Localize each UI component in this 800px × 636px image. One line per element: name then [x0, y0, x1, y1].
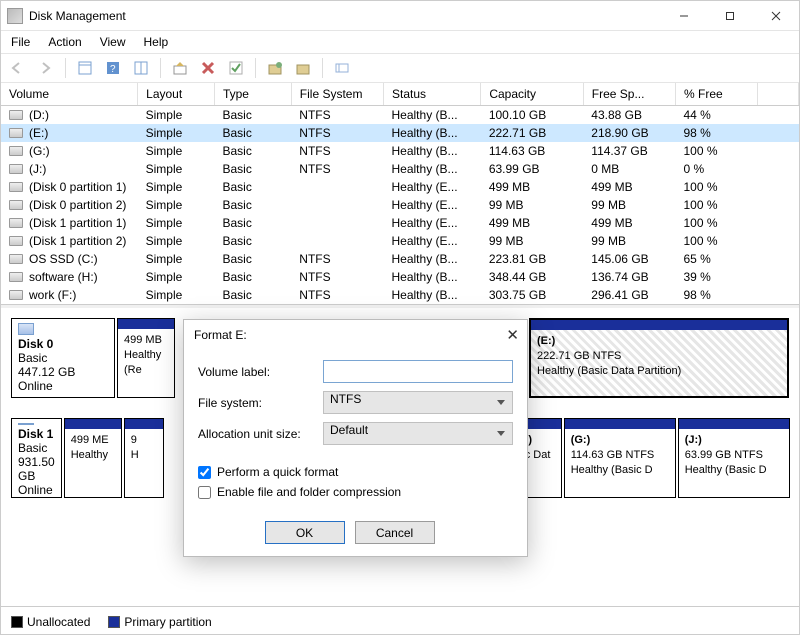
primary-swatch — [108, 616, 120, 628]
volume-icon — [9, 200, 23, 210]
menu-action[interactable]: Action — [48, 35, 81, 49]
partition[interactable]: (J:)63.99 GB NTFSHealthy (Basic D — [678, 418, 790, 498]
menu-bar: File Action View Help — [1, 31, 799, 53]
back-button[interactable] — [7, 57, 29, 79]
disk-icon — [18, 323, 34, 335]
minimize-button[interactable] — [661, 1, 707, 31]
window-title: Disk Management — [29, 9, 126, 23]
svg-text:?: ? — [110, 64, 116, 75]
format-dialog: Format E: ✕ Volume label: File system: N… — [183, 319, 528, 557]
unallocated-swatch — [11, 616, 23, 628]
help-icon[interactable]: ? — [102, 57, 124, 79]
partition[interactable]: (E:)222.71 GB NTFSHealthy (Basic Data Pa… — [529, 318, 789, 398]
volume-row[interactable]: software (H:)SimpleBasicNTFSHealthy (B..… — [1, 268, 799, 286]
aus-select[interactable]: Default — [323, 422, 513, 445]
volume-label-label: Volume label: — [198, 365, 323, 379]
toolbar: ? — [1, 53, 799, 83]
partition[interactable]: 499 MBHealthy (Re — [117, 318, 175, 398]
filesystem-select[interactable]: NTFS — [323, 391, 513, 414]
forward-button[interactable] — [35, 57, 57, 79]
volume-row[interactable]: (Disk 0 partition 2)SimpleBasicHealthy (… — [1, 196, 799, 214]
menu-file[interactable]: File — [11, 35, 30, 49]
volume-icon — [9, 164, 23, 174]
aus-label: Allocation unit size: — [198, 427, 323, 441]
tool2-icon[interactable] — [292, 57, 314, 79]
close-button[interactable] — [753, 1, 799, 31]
volume-icon — [9, 110, 23, 120]
volume-row[interactable]: work (F:)SimpleBasicNTFSHealthy (B...303… — [1, 286, 799, 304]
cancel-button[interactable]: Cancel — [355, 521, 435, 544]
volume-icon — [9, 272, 23, 282]
legend-unallocated: Unallocated — [27, 615, 90, 629]
tool3-icon[interactable] — [331, 57, 353, 79]
properties-icon[interactable] — [74, 57, 96, 79]
ok-button[interactable]: OK — [265, 521, 345, 544]
refresh-icon[interactable] — [169, 57, 191, 79]
disk-info[interactable]: Disk 1Basic931.50 GBOnline — [11, 418, 62, 498]
volume-row[interactable]: (Disk 0 partition 1)SimpleBasicHealthy (… — [1, 178, 799, 196]
volume-icon — [9, 290, 23, 300]
column-header[interactable]: File System — [291, 83, 383, 106]
volume-row[interactable]: (Disk 1 partition 1)SimpleBasicHealthy (… — [1, 214, 799, 232]
disk-info[interactable]: Disk 0Basic447.12 GBOnline — [11, 318, 115, 398]
volume-icon — [9, 146, 23, 156]
column-header[interactable]: Layout — [138, 83, 215, 106]
volume-icon — [9, 218, 23, 228]
volume-icon — [9, 128, 23, 138]
dialog-title: Format E: — [194, 328, 247, 342]
dialog-close-button[interactable]: ✕ — [506, 326, 519, 344]
quick-format-checkbox[interactable]: Perform a quick format — [198, 465, 513, 479]
partition[interactable]: (G:)114.63 GB NTFSHealthy (Basic D — [564, 418, 676, 498]
legend: Unallocated Primary partition — [1, 606, 799, 636]
maximize-button[interactable] — [707, 1, 753, 31]
volume-icon — [9, 254, 23, 264]
column-header[interactable]: Free Sp... — [583, 83, 675, 106]
disk-icon — [18, 423, 34, 425]
volume-row[interactable]: (E:)SimpleBasicNTFSHealthy (B...222.71 G… — [1, 124, 799, 142]
title-bar: Disk Management — [1, 1, 799, 31]
volume-icon — [9, 182, 23, 192]
tool1-icon[interactable] — [264, 57, 286, 79]
volume-row[interactable]: (Disk 1 partition 2)SimpleBasicHealthy (… — [1, 232, 799, 250]
delete-icon[interactable] — [197, 57, 219, 79]
partition[interactable]: 499 MEHealthy — [64, 418, 122, 498]
volume-row[interactable]: (D:)SimpleBasicNTFSHealthy (B...100.10 G… — [1, 106, 799, 125]
volume-icon — [9, 236, 23, 246]
view-icon[interactable] — [130, 57, 152, 79]
compression-checkbox[interactable]: Enable file and folder compression — [198, 485, 513, 499]
menu-view[interactable]: View — [100, 35, 126, 49]
volume-row[interactable]: (G:)SimpleBasicNTFSHealthy (B...114.63 G… — [1, 142, 799, 160]
legend-primary: Primary partition — [124, 615, 211, 629]
volume-label-input[interactable] — [323, 360, 513, 383]
volume-row[interactable]: (J:)SimpleBasicNTFSHealthy (B...63.99 GB… — [1, 160, 799, 178]
column-header[interactable]: Volume — [1, 83, 138, 106]
column-header[interactable]: % Free — [675, 83, 757, 106]
menu-help[interactable]: Help — [144, 35, 169, 49]
app-icon — [7, 8, 23, 24]
volume-list: VolumeLayoutTypeFile SystemStatusCapacit… — [1, 83, 799, 305]
column-header[interactable]: Type — [214, 83, 291, 106]
options-icon[interactable] — [225, 57, 247, 79]
partition[interactable]: 9H — [124, 418, 164, 498]
column-header[interactable]: Status — [384, 83, 481, 106]
volume-row[interactable]: OS SSD (C:)SimpleBasicNTFSHealthy (B...2… — [1, 250, 799, 268]
column-header[interactable]: Capacity — [481, 83, 583, 106]
filesystem-label: File system: — [198, 396, 323, 410]
